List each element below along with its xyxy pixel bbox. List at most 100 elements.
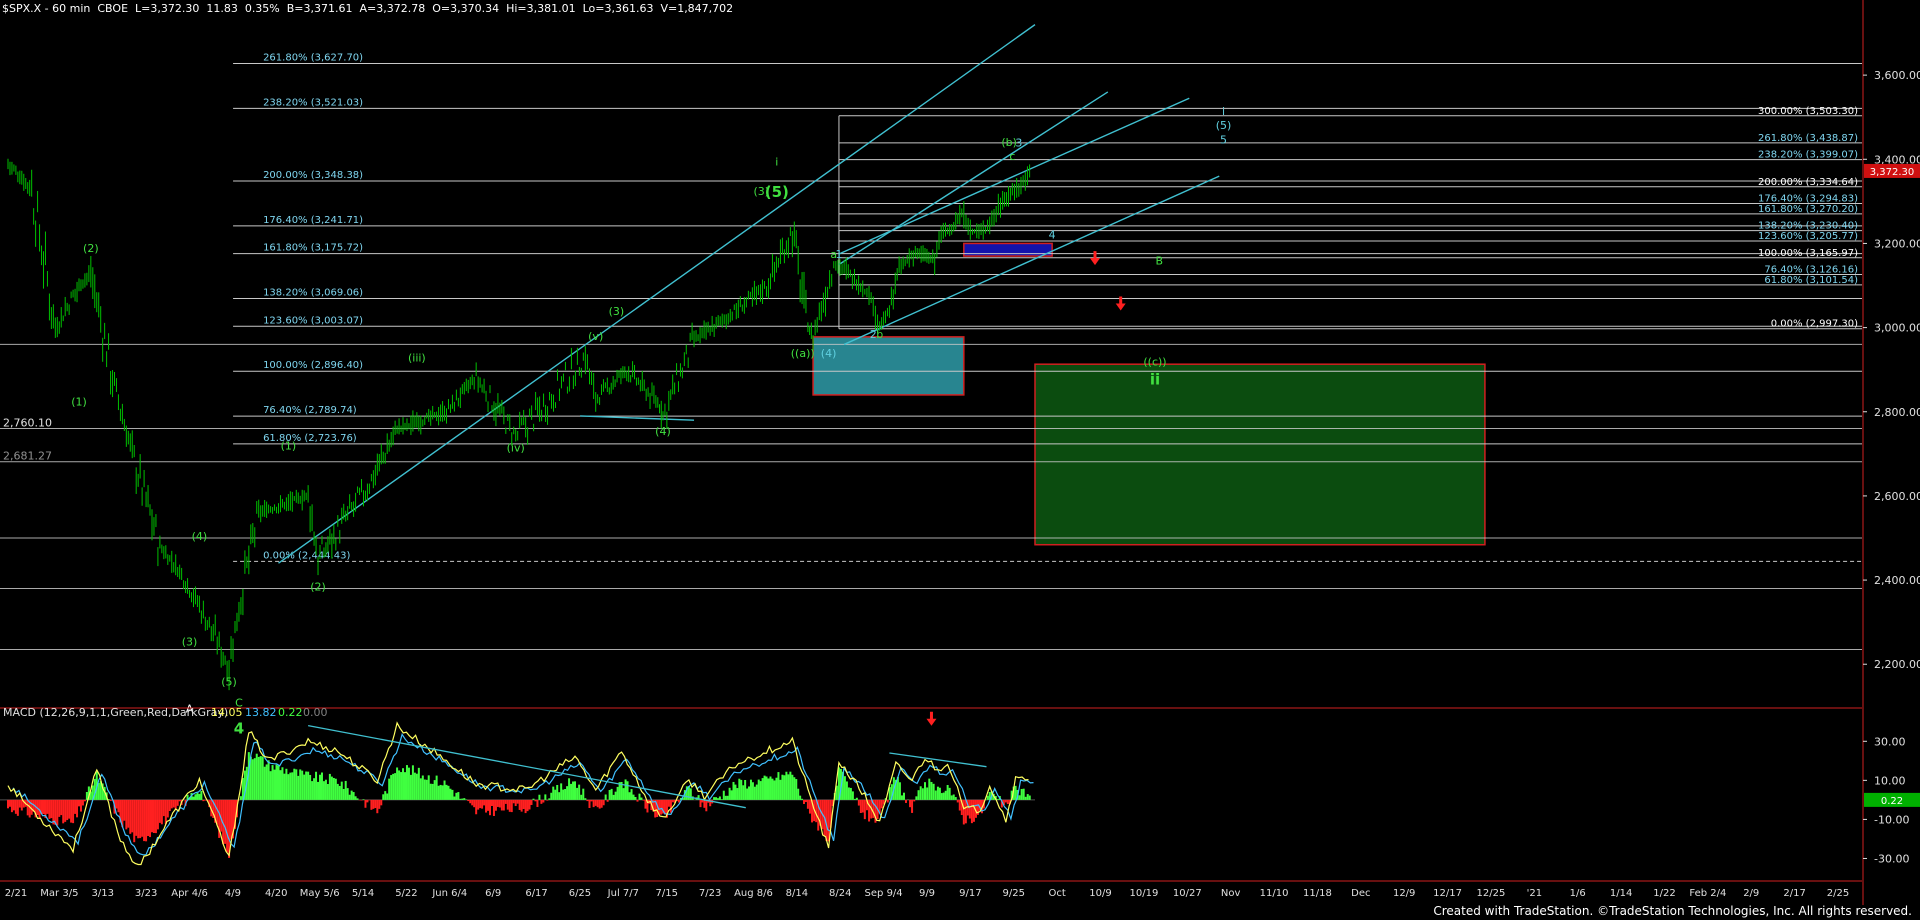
- macd-readout-1: 13.82: [245, 706, 277, 719]
- fib-left-label-5: 138.20% (3,069.06): [263, 288, 363, 299]
- date-tick-label: '21: [1527, 888, 1542, 899]
- wave-label: (1): [281, 440, 297, 453]
- fib-left-label-4: 161.80% (3,175.72): [263, 243, 363, 254]
- fib-left-label-1: 238.20% (3,521.03): [263, 97, 363, 108]
- date-tick-label: Oct: [1048, 888, 1065, 899]
- level-label-1: 2,681.27: [3, 450, 52, 463]
- fib-left-label-10: 0.00% (2,444.43): [263, 550, 350, 561]
- date-tick-label: 9/17: [959, 888, 981, 899]
- price-tick-label: 2,400.00: [1874, 574, 1920, 587]
- macd-tick-label: -30.00: [1874, 852, 1909, 865]
- date-tick-label: 7/15: [655, 888, 677, 899]
- fib-left-label-8: 76.40% (2,789.74): [263, 405, 357, 416]
- date-tick-label: 12/17: [1433, 888, 1462, 899]
- fib-right-label-1: 261.80% (3,438.87): [1758, 133, 1858, 144]
- fib-left-label-0: 261.80% (3,627.70): [263, 52, 363, 63]
- wave-label: B: [1155, 254, 1163, 267]
- date-tick-label: 10/9: [1089, 888, 1111, 899]
- last-price-value: 3,372.30: [1870, 167, 1915, 178]
- wave-label: (2): [83, 242, 99, 255]
- date-tick-label: 12/25: [1477, 888, 1506, 899]
- wave-label: 4: [1049, 228, 1056, 241]
- wave-label: (4): [192, 530, 208, 543]
- fib-right-label-9: 76.40% (3,126.16): [1764, 265, 1858, 276]
- fib-right-label-3: 200.00% (3,334.64): [1758, 177, 1858, 188]
- date-tick-label: 9/25: [1003, 888, 1025, 899]
- date-tick-label: Nov: [1221, 888, 1241, 899]
- price-tick-label: 2,200.00: [1874, 658, 1920, 671]
- date-tick-label: Jul 7/7: [607, 888, 639, 899]
- macd-readout-2: 0.22: [278, 706, 303, 719]
- macd-readout-0: 14.05: [211, 706, 243, 719]
- fib-left-label-7: 100.00% (2,896.40): [263, 360, 363, 371]
- date-tick-label: 4/9: [225, 888, 241, 899]
- wave-label: (iv): [507, 442, 525, 455]
- date-tick-label: 6/17: [525, 888, 547, 899]
- date-tick-label: 6/25: [569, 888, 591, 899]
- date-tick-label: 1/22: [1653, 888, 1675, 899]
- fib-right-label-2: 238.20% (3,399.07): [1758, 150, 1858, 161]
- date-tick-label: Sep 9/4: [865, 888, 903, 899]
- wave-label: i: [775, 156, 778, 169]
- date-tick-label: 4/20: [265, 888, 287, 899]
- fib-left-label-9: 61.80% (2,723.76): [263, 433, 357, 444]
- date-tick-label: 3/23: [135, 888, 157, 899]
- fib-right-label-5: 161.80% (3,270.20): [1758, 204, 1858, 215]
- zone-1: [812, 336, 965, 396]
- chart-canvas[interactable]: 2,760.10 2,681.27 261.80% (3,627.70) 238.2…: [0, 0, 1920, 920]
- date-tick-label: Dec: [1351, 888, 1370, 899]
- date-tick-label: 8/24: [829, 888, 851, 899]
- price-tick-label: 3,000.00: [1874, 322, 1920, 335]
- wave-label: ((a)): [791, 347, 815, 360]
- date-tick-label: 1/6: [1570, 888, 1586, 899]
- wave-label: (5): [221, 675, 237, 688]
- date-tick-label: 3/13: [92, 888, 114, 899]
- fib-left-label-6: 123.60% (3,003.07): [263, 315, 363, 326]
- wave-label: ((c)): [1143, 355, 1166, 368]
- date-tick-label: 11/10: [1260, 888, 1289, 899]
- date-tick-label: Feb 2/4: [1689, 888, 1726, 899]
- tradestation-footer: Created with TradeStation. ©TradeStation…: [1433, 904, 1912, 918]
- price-tick-label: 3,200.00: [1874, 237, 1920, 250]
- date-tick-label: 8/14: [786, 888, 808, 899]
- wave-label: (iii): [408, 351, 426, 364]
- date-tick-label: 10/19: [1129, 888, 1158, 899]
- wave-label: (3): [182, 635, 198, 648]
- date-tick-label: 10/27: [1173, 888, 1202, 899]
- macd-tick-label: -10.00: [1874, 813, 1909, 826]
- fib-right-label-11: 0.00% (2,997.30): [1771, 319, 1858, 330]
- wave-label: (2): [310, 581, 326, 594]
- date-tick-label: 2/25: [1827, 888, 1849, 899]
- date-tick-label: 7/23: [699, 888, 721, 899]
- fib-right-label-10: 61.80% (3,101.54): [1764, 275, 1858, 286]
- chart-header: $SPX.X - 60 min CBOE L=3,372.30 11.83 0.…: [2, 2, 734, 15]
- wave-label: (4): [821, 347, 837, 360]
- date-tick-label: 11/18: [1303, 888, 1332, 899]
- wave-label: (v): [588, 330, 603, 343]
- macd-tick-label: 30.00: [1874, 735, 1906, 748]
- price-tick-label: 2,600.00: [1874, 490, 1920, 503]
- wave-label: (5): [1216, 119, 1232, 132]
- date-tick-label: 12/9: [1393, 888, 1415, 899]
- date-tick-label: Jun 6/4: [431, 888, 467, 899]
- price-tick-label: 3,600.00: [1874, 69, 1920, 82]
- macd-title: MACD (12,26,9,1,1,Green,Red,DarkGray): [3, 706, 228, 719]
- date-tick-label: 1/14: [1610, 888, 1632, 899]
- wave-label: ii: [1150, 370, 1160, 388]
- wave-label: 3: [1015, 137, 1022, 150]
- date-tick-label: 5/14: [352, 888, 374, 899]
- fib-right-label-8: 100.00% (3,165.97): [1758, 248, 1858, 259]
- wave-label: (4): [655, 425, 671, 438]
- date-tick-label: 6/9: [485, 888, 501, 899]
- date-tick-label: 2/21: [5, 888, 27, 899]
- macd-tick-label: 10.00: [1874, 774, 1906, 787]
- date-tick-label: 9/9: [919, 888, 935, 899]
- price-tick-label: 2,800.00: [1874, 406, 1920, 419]
- wave-label: i: [1222, 105, 1225, 118]
- date-tick-label: 5/22: [395, 888, 417, 899]
- date-tick-label: Aug 8/6: [734, 888, 773, 899]
- wave-label: 5: [1220, 133, 1227, 146]
- fib-left-label-2: 200.00% (3,348.38): [263, 170, 363, 181]
- date-tick-label: 2/17: [1783, 888, 1805, 899]
- wave-label: (5): [765, 183, 789, 201]
